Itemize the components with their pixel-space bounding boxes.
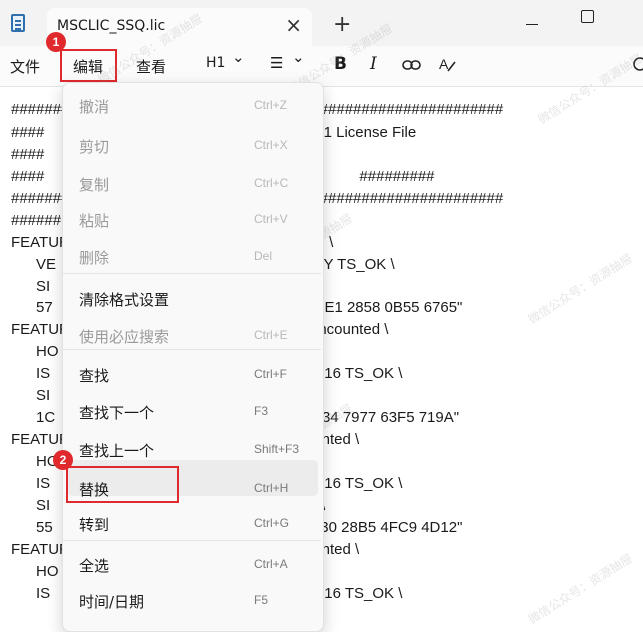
menu-separator: [63, 273, 321, 274]
menu-item-label: 粘贴: [79, 212, 110, 230]
step-badge-1: 1: [46, 32, 66, 52]
menu-item-label: 查找下一个: [79, 404, 155, 422]
menu-item: 使用必应搜索 Ctrl+E: [63, 317, 323, 353]
menu-item-shortcut: Ctrl+G: [254, 516, 290, 530]
menu-item-shortcut: F5: [254, 593, 269, 607]
menu-item-shortcut: Ctrl+A: [254, 557, 288, 571]
menu-item-shortcut: Ctrl+E: [254, 328, 288, 342]
menu-item-shortcut: Ctrl+Z: [254, 98, 287, 112]
chevron-down-icon: ⌄: [232, 48, 245, 66]
menu-item-label: 复制: [79, 176, 110, 194]
menu-item[interactable]: 时间/日期 F5: [63, 582, 323, 618]
heading-dropdown[interactable]: H1: [206, 55, 225, 71]
new-tab-icon[interactable]: +: [333, 14, 351, 36]
menu-item[interactable]: 查找上一个 Shift+F3: [63, 431, 323, 467]
menu-item[interactable]: 清除格式设置: [63, 280, 323, 316]
editor-line: ######: [11, 212, 62, 229]
menu-separator: [63, 540, 321, 541]
edit-dropdown-menu: 撤消 Ctrl+Z 剪切 Ctrl+X 复制 Ctrl+C 粘贴 Ctrl+V 删除 Del 清除格…: [62, 82, 324, 632]
menu-item-shortcut: Shift+F3: [254, 442, 300, 456]
menu-item[interactable]: 查找 Ctrl+F: [63, 356, 323, 392]
list-icon[interactable]: ☰: [270, 54, 283, 72]
menu-item-label: 查找上一个: [79, 442, 155, 460]
menu-item: 剪切 Ctrl+X: [63, 127, 323, 163]
editor-line: ####: [11, 146, 45, 163]
menu-item-label: 使用必应搜索: [79, 328, 170, 346]
menu-item-label: 删除: [79, 249, 110, 267]
menu-item: 删除 Del: [63, 238, 323, 274]
svg-text:A: A: [439, 56, 449, 72]
italic-icon[interactable]: I: [370, 54, 377, 74]
menu-item-label: 转到: [79, 516, 110, 534]
tab-title: MSCLIC_SSQ.lic: [57, 18, 166, 34]
menu-item-shortcut: F3: [254, 404, 269, 418]
maximize-icon[interactable]: [581, 10, 594, 23]
menu-item-shortcut: Ctrl+C: [254, 176, 289, 190]
menu-item[interactable]: 转到 Ctrl+G: [63, 505, 323, 541]
clear-formatting-icon[interactable]: A: [438, 55, 458, 75]
menu-item-label: 全选: [79, 557, 110, 575]
menu-item-shortcut: Ctrl+X: [254, 138, 288, 152]
menu-file[interactable]: 文件: [10, 56, 40, 77]
tab-close-icon[interactable]: ×: [285, 15, 302, 35]
menu-item: 复制 Ctrl+C: [63, 165, 323, 201]
menu-item: 撤消 Ctrl+Z: [63, 87, 323, 123]
menu-item-label: 时间/日期: [79, 593, 145, 611]
menu-item-shortcut: Ctrl+H: [254, 481, 289, 495]
menu-item: 粘贴 Ctrl+V: [63, 201, 323, 237]
link-icon[interactable]: [402, 58, 422, 72]
menu-item-label: 清除格式设置: [79, 291, 170, 309]
notepad-app-icon: [11, 14, 25, 32]
minimize-icon[interactable]: [526, 24, 538, 25]
replace-highlight: [66, 466, 179, 503]
chevron-down-icon: ⌄: [292, 48, 305, 66]
menu-item-label: 剪切: [79, 138, 110, 156]
title-bar: MSCLIC_SSQ.lic × +: [0, 0, 643, 46]
menu-item-label: 撤消: [79, 98, 110, 116]
menu-item-shortcut: Ctrl+V: [254, 212, 288, 226]
menu-item-shortcut: Ctrl+F: [254, 367, 287, 381]
menu-item[interactable]: 查找下一个 F3: [63, 393, 323, 429]
menu-separator: [63, 349, 321, 350]
step-badge-2: 2: [53, 450, 73, 470]
menu-item[interactable]: 全选 Ctrl+A: [63, 546, 323, 582]
menu-item-label: 查找: [79, 367, 110, 385]
menu-item-shortcut: Del: [254, 249, 273, 263]
